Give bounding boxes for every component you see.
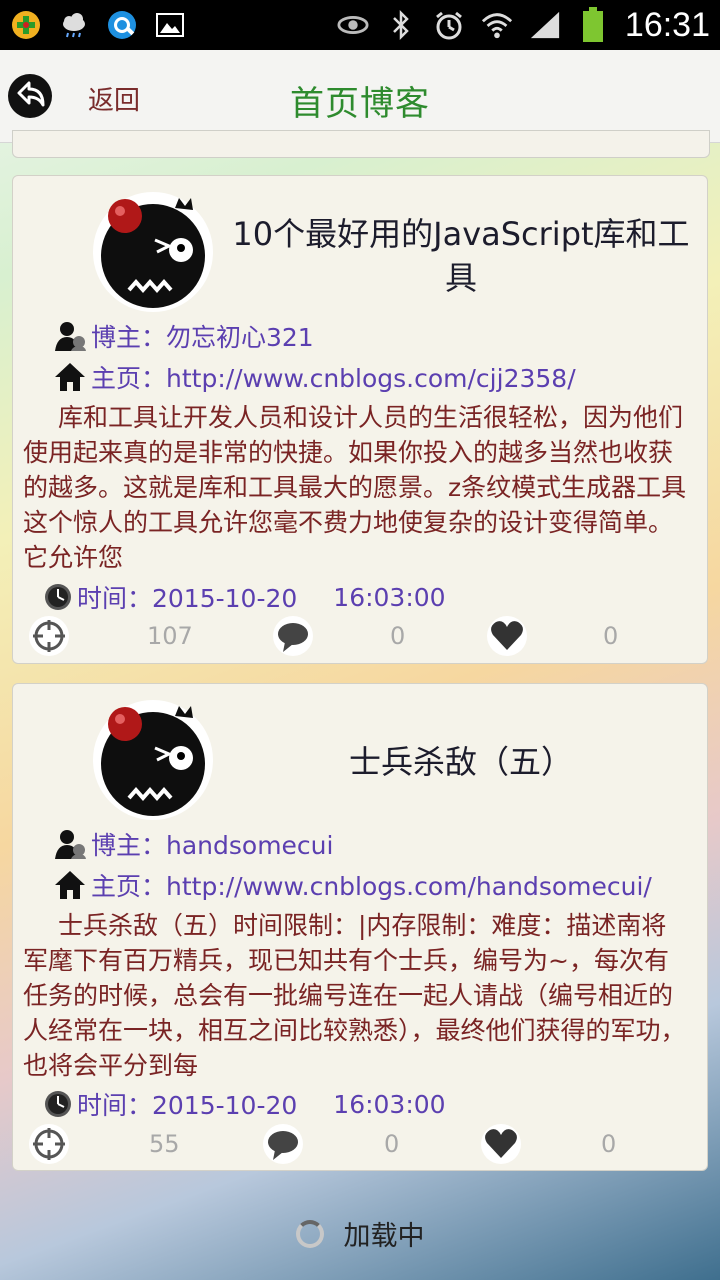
author-row[interactable]: 博主：勿忘初心321	[53, 318, 314, 354]
battery-icon	[577, 7, 609, 42]
post-clock: 16:03:00	[333, 1089, 446, 1119]
post-card[interactable]: 10个最好用的JavaScript库和工具 博主：勿忘初心321 主页：http…	[12, 175, 708, 664]
page-title: 首页博客	[290, 84, 430, 124]
post-card[interactable]: 士兵杀敌（五） 博主：handsomecui 主页：http://www.cnb…	[12, 683, 708, 1171]
homepage-link[interactable]: 主页：http://www.cnblogs.com/handsomecui/	[91, 867, 652, 903]
spinner-icon	[295, 1219, 324, 1248]
status-bar: 16:31	[0, 0, 720, 50]
author-label: 博主：handsomecui	[91, 831, 334, 860]
homepage-link[interactable]: 主页：http://www.cnblogs.com/cjj2358/	[91, 359, 576, 395]
homepage-row[interactable]: 主页：http://www.cnblogs.com/handsomecui/	[53, 867, 652, 903]
avatar	[91, 190, 215, 314]
stats-row: 107 0 0	[13, 614, 709, 660]
post-summary[interactable]: 库和工具让开发人员和设计人员的生活很轻松，因为他们使用起来真的是非常的快捷。如果…	[23, 400, 691, 576]
author-label: 博主：勿忘初心321	[91, 323, 314, 352]
heart-icon[interactable]	[481, 1124, 521, 1164]
clock: 16:31	[624, 5, 710, 44]
wifi-icon	[481, 9, 513, 41]
views-icon[interactable]	[29, 616, 69, 656]
comment-icon[interactable]	[273, 616, 313, 656]
loading-indicator: 加载中	[0, 1214, 720, 1253]
weather-icon	[58, 9, 90, 41]
post-date: 时间：2015-10-20	[77, 584, 298, 613]
stats-row: 55 0 0	[13, 1122, 709, 1168]
post-title[interactable]: 10个最好用的JavaScript库和工具	[219, 212, 703, 300]
heart-icon[interactable]	[487, 616, 527, 656]
comments-count: 0	[384, 1130, 400, 1158]
likes-count: 0	[603, 622, 619, 650]
game-icon	[10, 9, 42, 41]
comment-icon[interactable]	[263, 1124, 303, 1164]
previous-card-edge	[12, 130, 710, 158]
browser-icon	[106, 9, 138, 41]
loading-text: 加载中	[343, 1221, 425, 1252]
post-summary[interactable]: 士兵杀敌（五）时间限制：|内存限制：难度：描述南将军麾下有百万精兵，现已知共有个…	[23, 908, 691, 1084]
home-icon	[53, 360, 87, 394]
signal-icon	[529, 9, 561, 41]
time-row: 时间：2015-10-20 16:03:00	[41, 1086, 446, 1122]
alarm-icon	[433, 9, 465, 41]
views-count: 107	[147, 622, 193, 650]
author-row[interactable]: 博主：handsomecui	[53, 826, 333, 862]
clock-icon	[41, 1087, 75, 1121]
post-clock: 16:03:00	[333, 582, 446, 612]
time-row: 时间：2015-10-20 16:03:00	[41, 579, 446, 615]
avatar	[91, 698, 215, 822]
comments-count: 0	[390, 622, 406, 650]
gallery-icon	[154, 9, 186, 41]
homepage-row[interactable]: 主页：http://www.cnblogs.com/cjj2358/	[53, 359, 576, 395]
home-icon	[53, 868, 87, 902]
post-title[interactable]: 士兵杀敌（五）	[219, 740, 703, 784]
views-count: 55	[149, 1130, 180, 1158]
clock-icon	[41, 580, 75, 614]
likes-count: 0	[601, 1130, 617, 1158]
eye-icon	[337, 9, 369, 41]
bluetooth-icon	[385, 9, 417, 41]
views-icon[interactable]	[29, 1124, 69, 1164]
user-icon	[53, 319, 87, 353]
user-icon	[53, 827, 87, 861]
post-date: 时间：2015-10-20	[77, 1091, 298, 1120]
